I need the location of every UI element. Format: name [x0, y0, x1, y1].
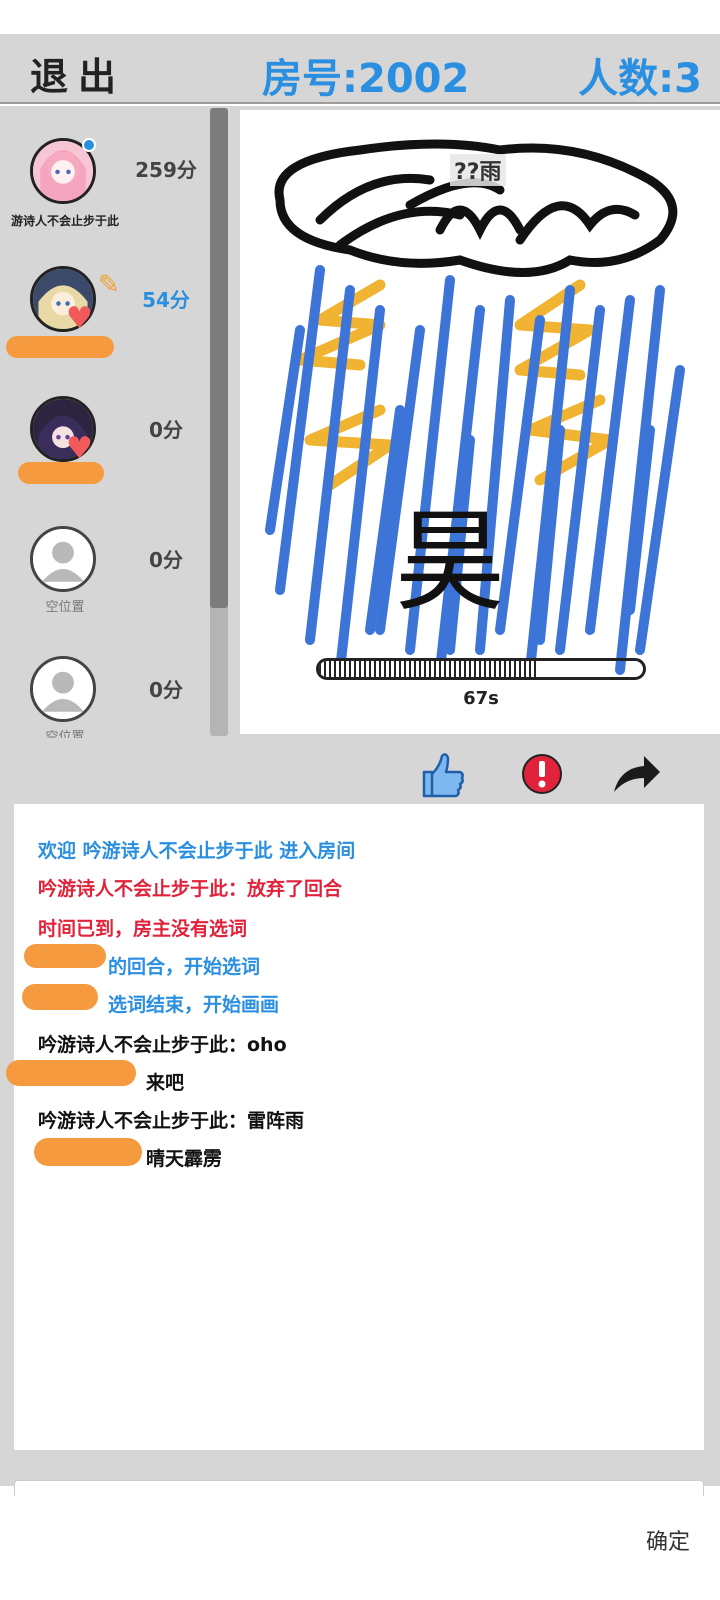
player-score: 0分	[149, 548, 183, 572]
player-score: 54分	[142, 288, 190, 312]
chat-message: 选词结束，开始画画	[108, 994, 280, 1016]
top-bar: 退出 房号:2002 人数:3	[0, 34, 720, 104]
game-area: 游诗人不会止步于此 259分 ✎ ♥ 54分 ♥ 0分 空位置 0分 空位置 0…	[0, 106, 720, 1486]
chat-message: 吟游诗人不会止步于此：oho	[38, 1034, 287, 1056]
player-slot[interactable]: ♥ 0分	[0, 392, 210, 522]
player-score: 0分	[149, 418, 183, 442]
exit-button[interactable]: 退出	[30, 46, 126, 101]
word-hint: ??雨	[450, 154, 506, 186]
timer-bar	[316, 658, 646, 680]
pencil-icon: ✎	[98, 270, 120, 300]
status-bar	[0, 0, 720, 34]
player-slot[interactable]: 游诗人不会止步于此 259分	[0, 132, 210, 262]
chat-message: 晴天霹雳	[146, 1148, 223, 1170]
heart-icon: ♥	[66, 301, 93, 336]
action-bar	[0, 742, 720, 804]
scrollbar-thumb[interactable]	[210, 108, 228, 608]
player-name: 游诗人不会止步于此	[10, 214, 119, 228]
chat-log[interactable]: 欢迎 吟游诗人不会止步于此 进入房间 吟游诗人不会止步于此：放弃了回合 时间已到…	[6, 804, 704, 1450]
player-slot[interactable]: ✎ ♥ 54分	[0, 262, 210, 392]
input-bar: 确定	[0, 1496, 720, 1600]
redacted-name	[34, 1138, 142, 1166]
timer-text: 67s	[463, 688, 499, 709]
redacted-name	[18, 462, 104, 484]
player-slot-empty[interactable]: 空位置 0分	[0, 522, 210, 652]
player-name: 空位置	[45, 730, 85, 738]
player-count: 人数:3	[578, 56, 702, 102]
redacted-name	[6, 336, 114, 358]
redacted-name	[22, 984, 98, 1010]
empty-avatar-icon	[30, 656, 96, 722]
timer-bar-fill	[319, 661, 537, 677]
player-slot-empty[interactable]: 空位置 0分	[0, 652, 210, 738]
player-list[interactable]: 游诗人不会止步于此 259分 ✎ ♥ 54分 ♥ 0分 空位置 0分 空位置 0…	[0, 106, 210, 738]
empty-avatar-icon	[30, 526, 96, 592]
share-icon[interactable]	[608, 748, 664, 800]
redacted-name	[24, 944, 106, 968]
redacted-name	[6, 1060, 136, 1086]
player-score: 259分	[135, 158, 197, 182]
confirm-button[interactable]: 确定	[646, 1524, 690, 1556]
chat-message: 的回合，开始选词	[108, 956, 261, 978]
chat-message: 来吧	[146, 1072, 185, 1094]
thumbs-up-icon[interactable]	[414, 748, 470, 800]
chat-message: 吟游诗人不会止步于此：放弃了回合	[38, 878, 343, 900]
heart-icon: ♥	[66, 431, 93, 466]
player-name: 空位置	[45, 600, 85, 615]
drawn-character: 昊	[395, 498, 505, 626]
player-list-scrollbar[interactable]	[210, 108, 228, 736]
drawing-strokes: 昊	[265, 139, 685, 675]
online-indicator	[82, 138, 96, 152]
player-score: 0分	[149, 678, 183, 702]
report-icon[interactable]	[514, 748, 570, 800]
room-number: 房号:2002	[262, 56, 470, 102]
chat-message: 时间已到，房主没有选词	[38, 918, 248, 940]
chat-message: 欢迎 吟游诗人不会止步于此 进入房间	[38, 840, 356, 862]
drawing-canvas[interactable]: 昊 ??雨 67s	[240, 110, 720, 734]
chat-message: 吟游诗人不会止步于此：雷阵雨	[38, 1110, 305, 1132]
